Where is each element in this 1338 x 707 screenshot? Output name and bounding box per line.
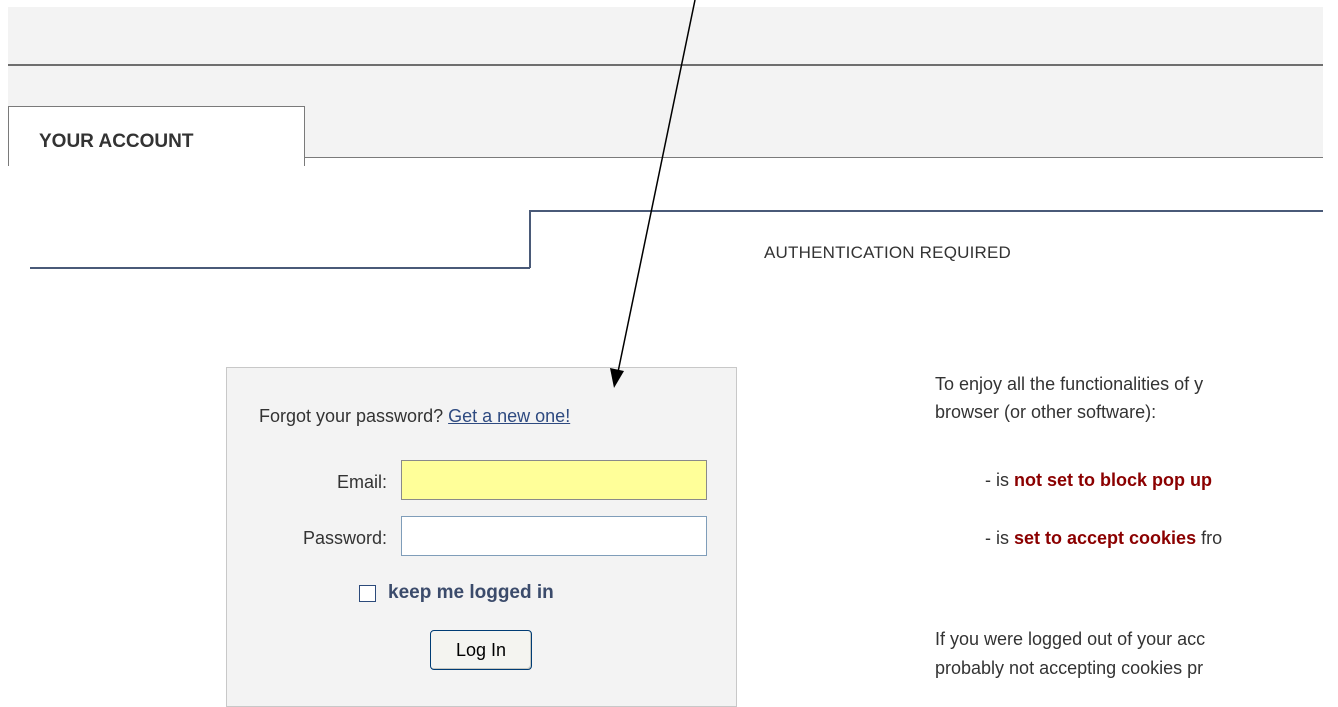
tab-your-account[interactable]: YOUR ACCOUNT: [8, 106, 305, 166]
keep-logged-in-row[interactable]: keep me logged in: [359, 582, 554, 604]
password-field[interactable]: [401, 516, 707, 556]
info-prefix: - is: [985, 470, 1014, 490]
login-button[interactable]: Log In: [430, 630, 532, 670]
info-line: To enjoy all the functionalities of y: [935, 374, 1204, 394]
email-field[interactable]: [401, 460, 707, 500]
info-line: probably not accepting cookies pr: [935, 658, 1204, 678]
checkbox-icon[interactable]: [359, 584, 376, 602]
get-new-password-link[interactable]: Get a new one!: [448, 406, 570, 426]
section-rule-left: [30, 267, 530, 269]
forgot-password-row: Forgot your password? Get a new one!: [259, 406, 570, 427]
tab-label: YOUR ACCOUNT: [39, 131, 194, 152]
password-label: Password:: [302, 528, 387, 548]
keep-logged-in-label[interactable]: keep me logged in: [388, 582, 554, 604]
info-line: browser (or other software):: [935, 402, 1157, 422]
section-rule-step: [529, 210, 531, 268]
section-rule-right: [529, 210, 1323, 212]
info-line: If you were logged out of your acc: [935, 629, 1206, 649]
email-label: Email:: [336, 472, 387, 492]
info-popup-requirement: - is not set to block pop up: [985, 470, 1212, 491]
section-title: AUTHENTICATION REQUIRED: [764, 243, 1012, 262]
top-band: [8, 7, 1323, 65]
info-suffix: fro: [1196, 528, 1223, 548]
right-edge-mask: [1323, 0, 1338, 699]
popup-emphasis: not set to block pop up: [1014, 470, 1212, 490]
login-panel: Forgot your password? Get a new one! Ema…: [226, 367, 737, 707]
cookie-emphasis: set to accept cookies: [1014, 528, 1197, 548]
info-prefix: - is: [985, 528, 1014, 548]
forgot-password-text: Forgot your password?: [259, 406, 444, 426]
tab-baseline: [305, 157, 1323, 158]
info-cookie-requirement: - is set to accept cookies fro: [985, 528, 1222, 549]
